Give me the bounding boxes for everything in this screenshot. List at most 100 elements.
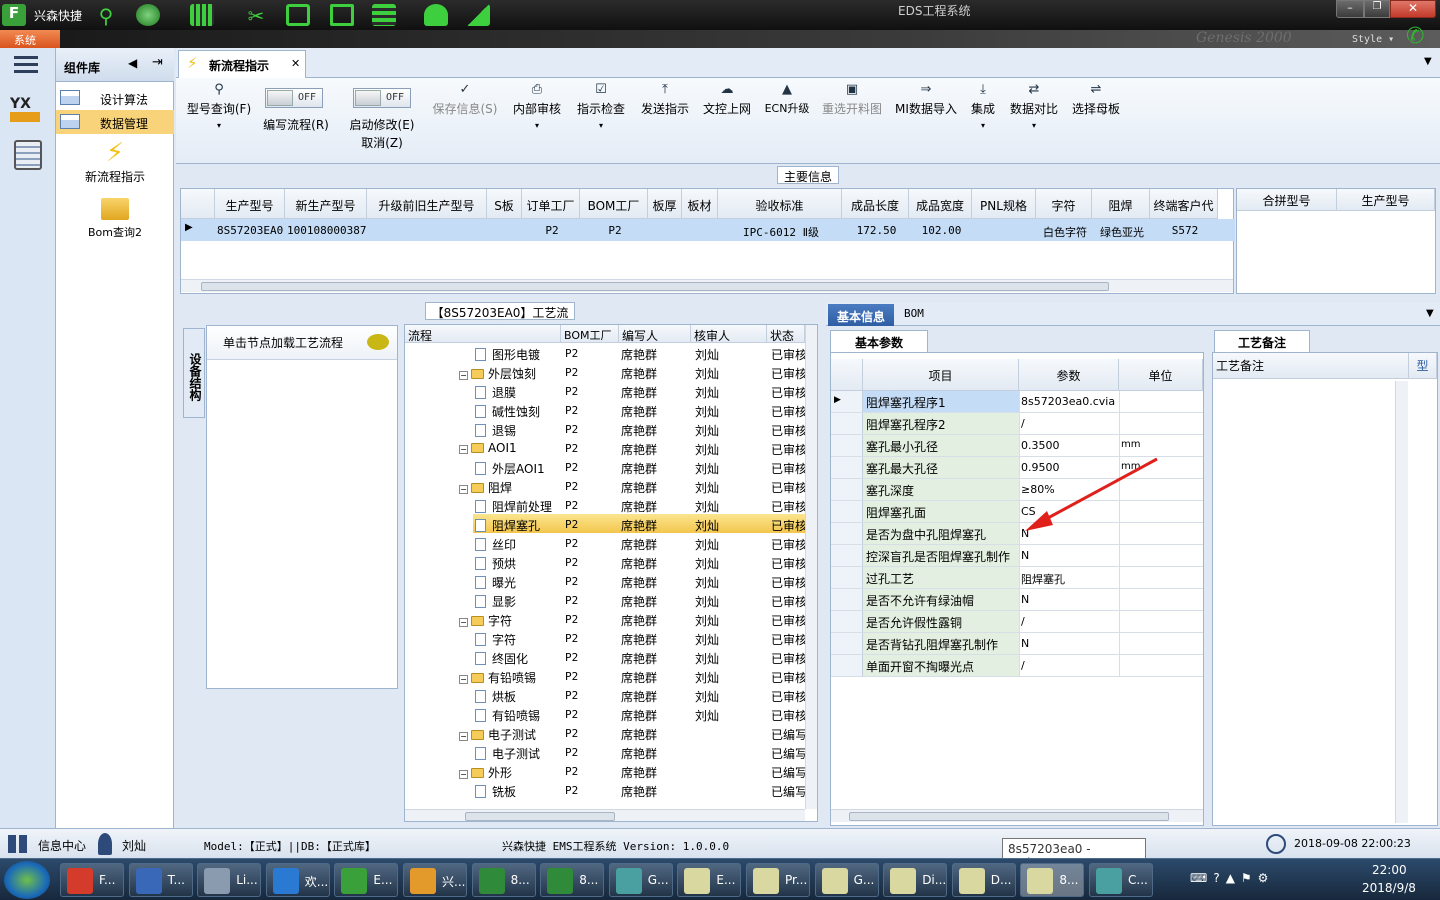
column-header[interactable]: 参数 <box>1019 359 1119 391</box>
taskbar-item[interactable]: T... <box>128 863 193 897</box>
scissors-icon[interactable]: ✂ <box>244 4 268 28</box>
grid-icon[interactable] <box>190 4 214 26</box>
tree-row[interactable]: − 电子测试 P2 席艳群 已编写 <box>405 723 805 742</box>
collapse-icon[interactable]: − <box>459 445 468 454</box>
tree-row[interactable]: − 有铅喷锡 P2 席艳群 刘灿 已审核 <box>405 666 805 685</box>
reselect-drawing-button[interactable]: ▣ 重选开料图 <box>820 82 884 117</box>
select-master-button[interactable]: ⇌ 选择母板 <box>1070 82 1122 117</box>
taskbar-item[interactable]: 8... <box>1020 863 1085 897</box>
param-value[interactable]: / <box>1019 655 1119 676</box>
tab-basic-params[interactable]: 基本参数 <box>830 330 928 352</box>
param-value[interactable]: N <box>1019 633 1119 654</box>
taskbar-item[interactable]: Li... <box>197 863 262 897</box>
grid-icon[interactable] <box>8 835 28 853</box>
tree-row[interactable]: − 外层蚀刻 P2 席艳群 刘灿 已审核 <box>405 362 805 381</box>
tree-horizontal-scrollbar[interactable] <box>405 809 805 821</box>
enable-edit-toggle[interactable]: OFF <box>353 88 411 108</box>
column-header[interactable]: 核审人 <box>691 325 767 343</box>
collapse-icon[interactable]: − <box>459 732 468 741</box>
tree-row[interactable]: − 字符 P2 席艳群 刘灿 已审核 <box>405 609 805 628</box>
internal-review-button[interactable]: ⎙ 内部审核 ▾ <box>510 82 564 130</box>
param-value[interactable]: / <box>1019 611 1119 632</box>
tool-new-flow[interactable]: ⚡ 新流程指示 <box>56 138 174 188</box>
taskbar-item[interactable]: F... <box>60 863 124 897</box>
doc-upload-button[interactable]: ☁ 文控上网 <box>700 82 754 117</box>
param-row[interactable]: 单面开窗不掏曝光点 / <box>831 655 1203 677</box>
collapse-icon[interactable]: − <box>459 675 468 684</box>
grid-cell[interactable]: 172.50 <box>844 224 909 237</box>
tree-row[interactable]: 图形电镀 P2 席艳群 刘灿 已审核 <box>405 343 805 362</box>
column-header[interactable]: BOM工厂 <box>561 325 619 343</box>
collapse-icon[interactable]: − <box>459 770 468 779</box>
column-header[interactable]: S板 <box>487 189 522 219</box>
tree-row[interactable]: 终固化 P2 席艳群 刘灿 已审核 <box>405 647 805 666</box>
tree-row[interactable]: 阻焊塞孔 P2 席艳群 刘灿 已审核 <box>405 514 805 533</box>
grid-cell[interactable]: 白色字符 <box>1038 224 1092 240</box>
tree-row[interactable]: 电子测试 P2 席艳群 已编写 <box>405 742 805 761</box>
taskbar-item[interactable]: Di... <box>883 863 948 897</box>
param-row[interactable]: 是否背钻孔阻焊塞孔制作 N <box>831 633 1203 655</box>
tree-row[interactable]: 退膜 P2 席艳群 刘灿 已审核 <box>405 381 805 400</box>
column-header[interactable]: 项目 <box>863 359 1019 391</box>
param-value[interactable]: / <box>1019 413 1119 434</box>
param-row[interactable]: 阻焊塞孔程序2 / <box>831 413 1203 435</box>
tree-row[interactable]: 碱性蚀刻 P2 席艳群 刘灿 已审核 <box>405 400 805 419</box>
column-header[interactable]: PNL规格 <box>972 189 1036 219</box>
column-header[interactable]: 板材 <box>682 189 718 219</box>
collapse-icon[interactable]: − <box>459 371 468 380</box>
param-row[interactable]: 是否不允许有绿油帽 N <box>831 589 1203 611</box>
column-header[interactable]: 型 <box>1409 353 1437 379</box>
tab-process-notes[interactable]: 工艺备注 <box>1214 330 1310 352</box>
column-header[interactable]: 成品宽度 <box>909 189 972 219</box>
tree-row[interactable]: − 外形 P2 席艳群 已编写 <box>405 761 805 780</box>
collapse-icon[interactable]: − <box>459 618 468 627</box>
tree-row[interactable]: − AOI1 P2 席艳群 刘灿 已审核 <box>405 438 805 457</box>
copy-icon[interactable] <box>330 4 354 26</box>
list-icon[interactable] <box>372 4 396 26</box>
tree-row[interactable]: 有铅喷锡 P2 席艳群 刘灿 已审核 <box>405 704 805 723</box>
info-center-label[interactable]: 信息中心 <box>38 837 86 854</box>
library-item-design[interactable]: 设计算法 <box>56 86 174 110</box>
tab-new-flow[interactable]: ⚡ 新流程指示 ✕ <box>178 50 306 78</box>
library-item-data[interactable]: 数据管理 <box>56 110 174 134</box>
system-menu-button[interactable]: 系统 <box>0 30 60 48</box>
column-header[interactable]: 生产型号 <box>215 189 285 219</box>
tray-icons[interactable]: ⌨?▲⚑⚙ <box>1190 871 1274 885</box>
column-header[interactable]: 新生产型号 <box>285 189 367 219</box>
main-info-row[interactable]: ▶ 8S57203EA010010800038775 P2P2 IPC-6012 Ⅱ级… <box>181 219 1235 241</box>
column-header[interactable]: 成品长度 <box>842 189 909 219</box>
taskbar-item[interactable]: E... <box>334 863 399 897</box>
column-header[interactable]: 终端客户代 <box>1150 189 1218 219</box>
taskbar-item[interactable]: D... <box>951 863 1016 897</box>
taskbar-item[interactable]: E... <box>677 863 742 897</box>
ecn-upgrade-button[interactable]: ▲ ECN升级 <box>762 82 812 116</box>
param-row[interactable]: 是否允许假性露铜 / <box>831 611 1203 633</box>
film-icon[interactable] <box>286 4 310 26</box>
grid-cell[interactable]: P2 <box>524 224 580 237</box>
column-header[interactable]: BOM工厂 <box>580 189 648 219</box>
mi-import-button[interactable]: ⇒ MI数据导入 <box>892 82 960 117</box>
send-instruction-button[interactable]: ⤒ 发送指示 <box>638 82 692 117</box>
column-header[interactable]: 字符 <box>1036 189 1092 219</box>
calculator-icon[interactable] <box>14 140 42 170</box>
save-info-button[interactable]: ✓ 保存信息(S) <box>428 82 502 117</box>
main-grid-scrollbar[interactable] <box>181 279 1233 292</box>
search-icon[interactable]: ⚲ <box>94 4 118 28</box>
tab-dropdown-icon[interactable]: ▼ <box>1424 56 1432 67</box>
grid-cell[interactable]: 8S57203EA0 <box>217 224 285 237</box>
column-header[interactable]: 订单工厂 <box>522 189 580 219</box>
column-header[interactable]: 编写人 <box>619 325 691 343</box>
tab-device-structure[interactable]: 设备结构 <box>183 328 205 418</box>
instruction-check-button[interactable]: ☑ 指示检查 ▾ <box>574 82 628 130</box>
grid-cell[interactable]: P2 <box>582 224 648 237</box>
detail-dropdown-icon[interactable]: ▼ <box>1426 308 1434 319</box>
column-header[interactable]: 单位 <box>1119 359 1203 391</box>
column-header[interactable]: 升级前旧生产型号 <box>367 189 487 219</box>
taskbar-item[interactable]: Pr... <box>746 863 810 897</box>
tree-row[interactable]: 字符 P2 席艳群 刘灿 已审核 <box>405 628 805 647</box>
taskbar-item[interactable]: 8... <box>471 863 536 897</box>
collapse-left-icon[interactable]: ◀ <box>128 56 137 70</box>
tree-row[interactable]: 阻焊前处理 P2 席艳群 刘灿 已审核 <box>405 495 805 514</box>
tree-row[interactable]: 曝光 P2 席艳群 刘灿 已审核 <box>405 571 805 590</box>
column-header[interactable]: 阻焊 <box>1092 189 1150 219</box>
